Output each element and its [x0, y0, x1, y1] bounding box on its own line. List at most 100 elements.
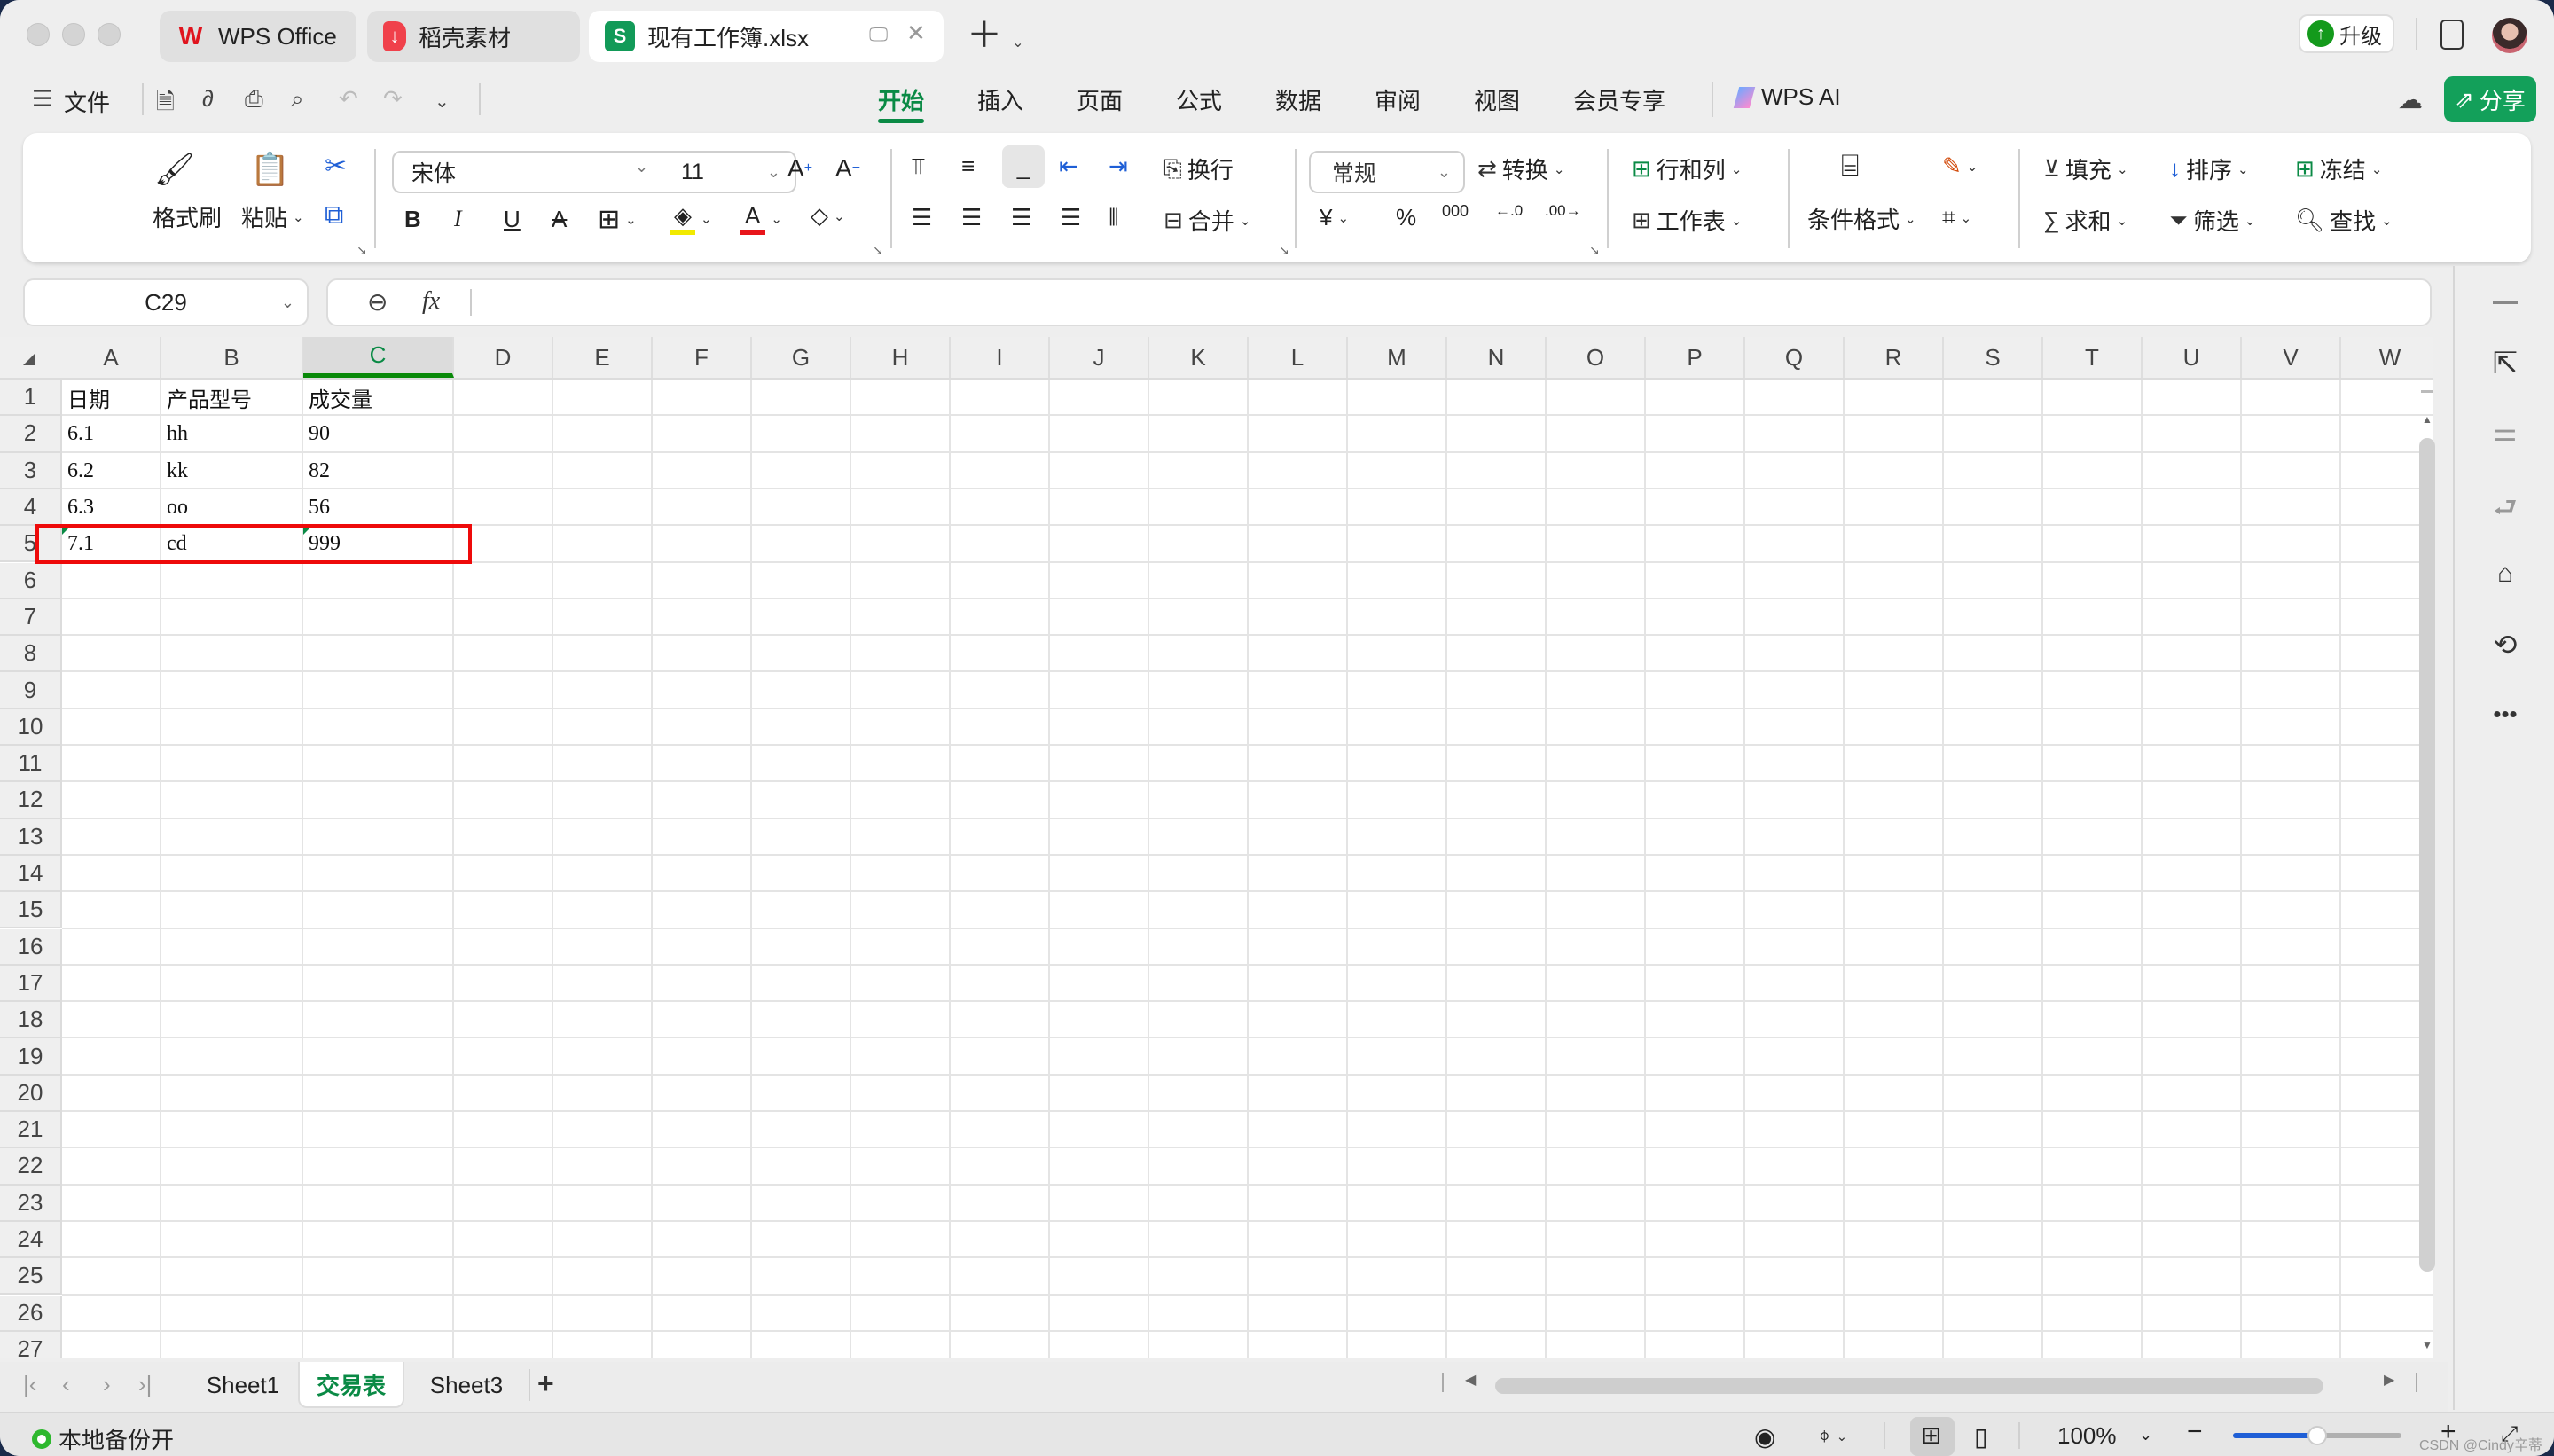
select-all-icon[interactable]	[23, 353, 35, 365]
row-header-3[interactable]: 3	[0, 452, 62, 489]
find-button[interactable]: 🔍︎ 查找 ⌄	[2295, 204, 2393, 237]
avatar[interactable]	[2492, 18, 2527, 53]
desktop-icon[interactable]: 🖵	[869, 23, 888, 46]
column-header-c[interactable]: C	[303, 337, 454, 378]
row-header-24[interactable]: 24	[0, 1221, 62, 1259]
tab-page[interactable]: 页面	[1077, 83, 1123, 116]
row-header-17[interactable]: 17	[0, 965, 62, 1003]
row-header-2[interactable]: 2	[0, 416, 62, 453]
row-header-9[interactable]: 9	[0, 672, 62, 709]
font-color-button[interactable]: A ⌄	[740, 202, 782, 235]
column-header-b[interactable]: B	[161, 337, 303, 378]
share-link-icon[interactable]: ∂	[202, 85, 214, 113]
chevron-down-icon[interactable]: ⌄	[635, 158, 648, 176]
focus-mode-button[interactable]: ⌖ ⌄	[1818, 1422, 1847, 1451]
conditional-format-button[interactable]: 条件格式 ⌄	[1807, 202, 1916, 235]
spreadsheet-grid[interactable]: ABCDEFGHIJKLMNOPQRSTUVW 1 2 3 4 5 6 7 8 9 10 11 12 1…	[0, 337, 2433, 1358]
upgrade-button[interactable]: ↑ 升级	[2299, 14, 2394, 53]
collapse-icon[interactable]	[2493, 301, 2518, 304]
expand-dialog-icon[interactable]: ↘	[873, 243, 883, 258]
cloud-icon[interactable]: ☁	[2398, 85, 2423, 114]
sheet-tab-sheet1[interactable]: Sheet1	[188, 1362, 298, 1408]
row-header-12[interactable]: 12	[0, 782, 62, 819]
print-icon[interactable]: ⎙	[245, 85, 263, 114]
tab-wps-office[interactable]: W WPS Office	[160, 11, 356, 62]
row-header-27[interactable]: 27	[0, 1331, 62, 1358]
column-header-i[interactable]: I	[951, 337, 1050, 378]
sort-button[interactable]: ↓ 排序 ⌄	[2169, 153, 2249, 185]
zoom-slider[interactable]	[2233, 1426, 2401, 1445]
cell-a1[interactable]: 日期	[62, 380, 161, 416]
number-format-select[interactable]: 常规 ⌄	[1309, 151, 1465, 193]
decrease-decimal-button[interactable]: .00→	[1545, 202, 1581, 220]
tab-review[interactable]: 审阅	[1375, 83, 1421, 116]
row-header-16[interactable]: 16	[0, 928, 62, 966]
row-header-1[interactable]: 1	[0, 380, 62, 417]
wps-ai-button[interactable]: WPS AI	[1733, 83, 1841, 111]
zoom-window-button[interactable]	[98, 23, 121, 46]
next-sheet-icon[interactable]: ›	[103, 1371, 111, 1398]
convert-button[interactable]: ⇄ 转换 ⌄	[1477, 153, 1564, 185]
cell-a4[interactable]: 6.3	[62, 489, 161, 526]
thousands-button[interactable]: 000	[1442, 202, 1469, 221]
fill-button[interactable]: ⊻ 填充 ⌄	[2043, 153, 2128, 185]
row-header-18[interactable]: 18	[0, 1002, 62, 1039]
hamburger-icon[interactable]: ☰	[32, 85, 52, 113]
tab-docer[interactable]: ↓ 稻壳素材	[367, 11, 580, 62]
column-header-v[interactable]: V	[2242, 337, 2341, 378]
cell-b1[interactable]: 产品型号	[161, 380, 303, 416]
new-tab-button[interactable]: ＋ ⌄	[967, 16, 1024, 63]
column-header-e[interactable]: E	[553, 337, 653, 378]
paste-icon[interactable]: 📋	[250, 151, 290, 188]
increase-font-icon[interactable]: A +	[787, 154, 812, 183]
column-header-u[interactable]: U	[2143, 337, 2242, 378]
column-header-f[interactable]: F	[653, 337, 752, 378]
zoom-level[interactable]: 100%	[2057, 1422, 2117, 1450]
undo-icon[interactable]: ↶	[339, 85, 358, 113]
minimize-window-button[interactable]	[62, 23, 85, 46]
cell-c3[interactable]: 82	[303, 453, 454, 489]
vertical-scrollbar[interactable]: ▲ ▼	[2419, 381, 2435, 1357]
share-button[interactable]: ⇗ 分享	[2444, 76, 2536, 122]
expand-dialog-icon[interactable]: ↘	[356, 243, 367, 258]
scroll-right-icon[interactable]: ▶	[2384, 1371, 2394, 1389]
cell-size-button[interactable]: ⌗ ⌄	[1942, 204, 1971, 232]
paste-button[interactable]: 粘贴 ⌄	[241, 200, 304, 233]
column-header-m[interactable]: M	[1348, 337, 1447, 378]
redo-icon[interactable]: ↷	[383, 85, 403, 113]
zoom-formula-icon[interactable]: ⊖	[367, 287, 388, 317]
select-cursor-icon[interactable]: ⇱	[2455, 346, 2554, 381]
cell-b3[interactable]: kk	[161, 453, 303, 489]
chevron-down-icon[interactable]: ⌄	[435, 90, 450, 113]
close-window-button[interactable]	[27, 23, 50, 46]
prev-sheet-icon[interactable]: ‹	[62, 1371, 70, 1398]
copy-icon[interactable]: ⧉	[325, 200, 343, 231]
row-header-4[interactable]: 4	[0, 489, 62, 527]
vertical-scroll-thumb[interactable]	[2419, 438, 2435, 1272]
worksheet-button[interactable]: ⊞ 工作表 ⌄	[1632, 204, 1742, 237]
percent-button[interactable]: %	[1396, 204, 1416, 231]
cell-b2[interactable]: hh	[161, 416, 303, 452]
align-bottom-button[interactable]: _	[1002, 145, 1045, 188]
expand-dialog-icon[interactable]: ↘	[1279, 243, 1289, 258]
row-header-22[interactable]: 22	[0, 1148, 62, 1186]
row-header-6[interactable]: 6	[0, 562, 62, 599]
wrap-text-button[interactable]: ⎘ 换行	[1163, 153, 1234, 185]
column-header-q[interactable]: Q	[1745, 337, 1845, 378]
cell-a2[interactable]: 6.1	[62, 416, 161, 452]
last-sheet-icon[interactable]: ›|	[138, 1371, 152, 1398]
shop-icon[interactable]: ⌂	[2455, 559, 2554, 589]
device-icon[interactable]	[2440, 20, 2464, 50]
justify-button[interactable]: ☰	[1061, 204, 1081, 231]
underline-button[interactable]: U	[504, 206, 521, 233]
tab-formula[interactable]: 公式	[1176, 83, 1222, 116]
print-preview-icon[interactable]: ⌕	[291, 85, 304, 114]
cut-icon[interactable]: ✂	[325, 151, 347, 182]
column-header-w[interactable]: W	[2341, 337, 2433, 378]
fill-color-button[interactable]: ◈ ⌄	[670, 202, 712, 235]
tab-data[interactable]: 数据	[1275, 83, 1321, 116]
align-center-button[interactable]: ☰	[961, 204, 982, 231]
row-header-26[interactable]: 26	[0, 1295, 62, 1332]
increase-decimal-button[interactable]: ←.0	[1495, 202, 1523, 220]
align-top-button[interactable]: ⫪	[912, 153, 925, 181]
